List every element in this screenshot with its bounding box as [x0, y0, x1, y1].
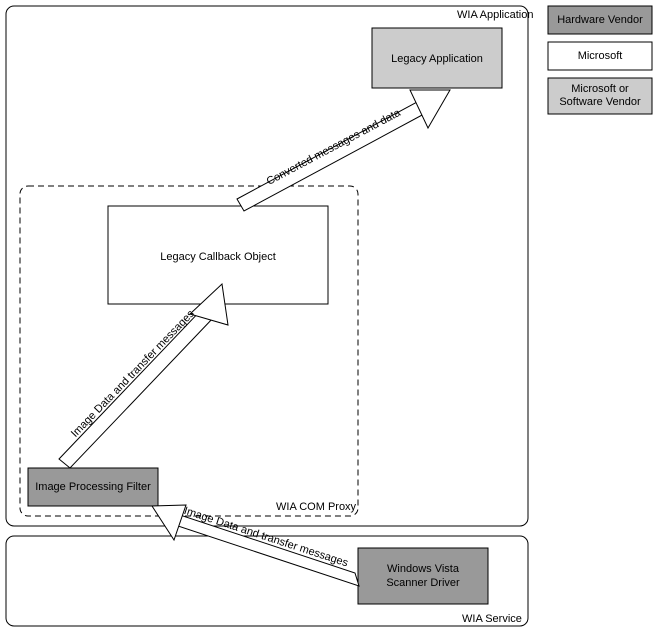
wia-com-proxy-title: WIA COM Proxy [276, 501, 357, 513]
scanner-driver-label-1: Windows Vista [387, 563, 460, 575]
legend: Hardware Vendor Microsoft Microsoft or S… [548, 6, 652, 114]
scanner-driver-box [358, 548, 488, 604]
image-processing-filter-label: Image Processing Filter [35, 481, 151, 493]
wia-application-title: WIA Application [457, 9, 533, 21]
scanner-driver-label-2: Scanner Driver [386, 577, 460, 589]
arrow-converted [237, 90, 450, 211]
arrow-imgdata-bottom-label: Image Data and transfer messages [182, 505, 350, 570]
legend-microsoft-label: Microsoft [578, 50, 623, 62]
legend-hardware-vendor-label: Hardware Vendor [557, 14, 643, 26]
arrow-imgdata-top [59, 284, 228, 468]
arrow-imgdata-bottom [152, 505, 359, 586]
legacy-callback-label: Legacy Callback Object [160, 251, 276, 263]
legend-msorsw-label-1: Microsoft or [571, 83, 629, 95]
arrow-imgdata-top-label: Image Data and transfer messages [69, 308, 197, 440]
legend-msorsw-label-2: Software Vendor [559, 96, 641, 108]
arrow-converted-label: Converted messages and data [265, 106, 404, 187]
legacy-application-label: Legacy Application [391, 53, 483, 65]
wia-service-title: WIA Service [462, 613, 522, 625]
